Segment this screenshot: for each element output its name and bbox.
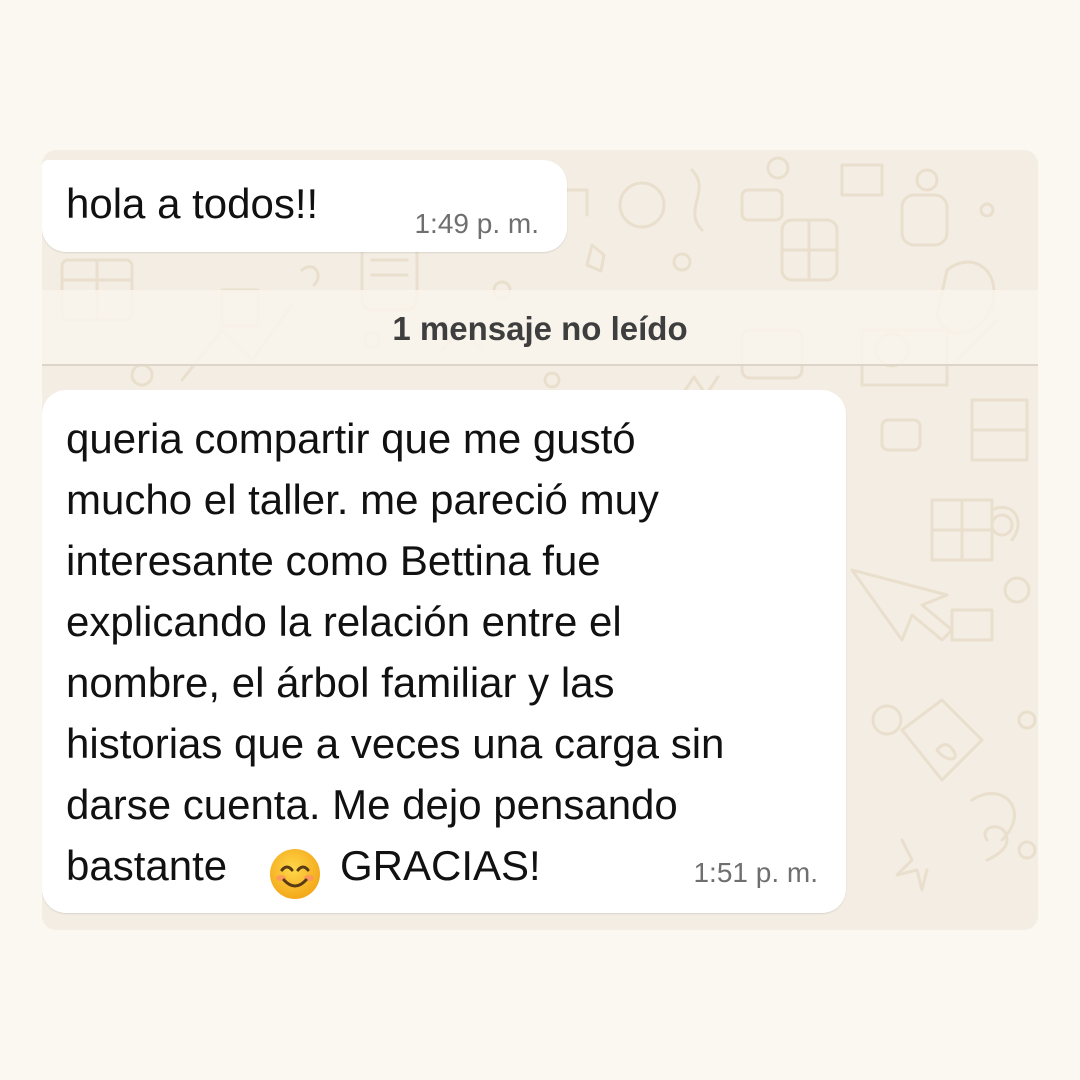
message-text: hola a todos!! (66, 180, 319, 227)
unread-messages-label: 1 mensaje no leído (392, 310, 688, 347)
message-text-after-emoji: GRACIAS! (340, 842, 541, 889)
unread-messages-banner: 1 mensaje no leído (42, 290, 1038, 366)
message-text: queria compartir que me gustó mucho el t… (66, 415, 725, 889)
incoming-message[interactable]: hola a todos!! 1:49 p. m. (42, 160, 567, 252)
message-timestamp: 1:51 p. m. (693, 857, 818, 888)
smiling-face-with-smiling-eyes-icon (270, 849, 320, 899)
message-timestamp: 1:49 p. m. (414, 208, 539, 239)
chat-area: hola a todos!! 1:49 p. m. 1 mensaje no l… (42, 150, 1038, 930)
incoming-message[interactable]: queria compartir que me gustó mucho el t… (42, 390, 846, 913)
